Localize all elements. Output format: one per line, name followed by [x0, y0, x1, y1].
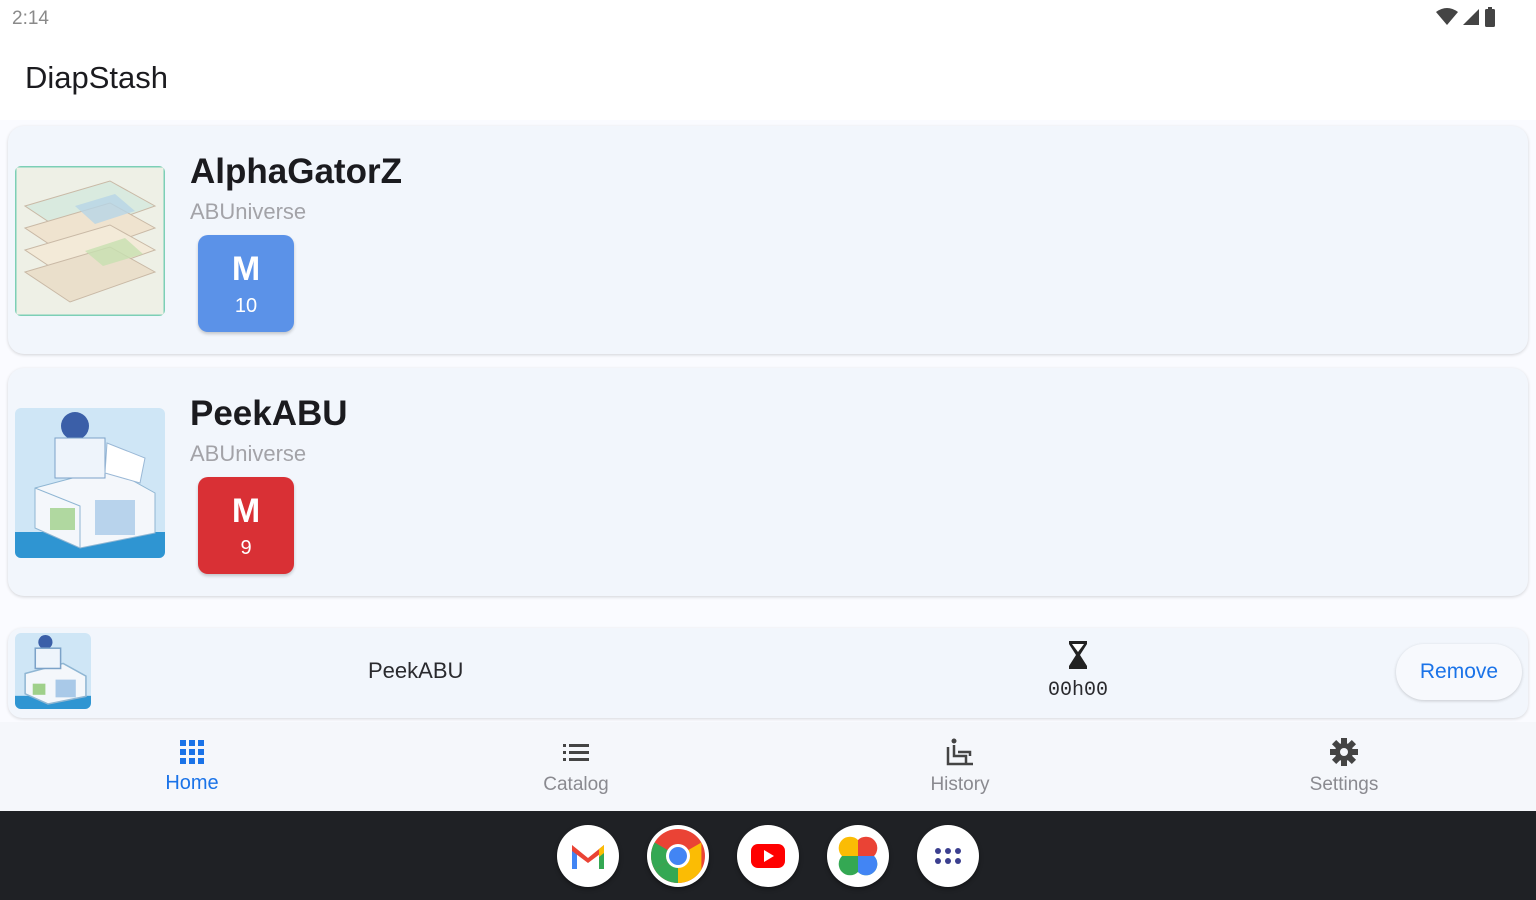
elapsed-time: 00h00: [1047, 679, 1108, 702]
youtube-icon[interactable]: [737, 825, 799, 887]
nav-item-home[interactable]: Home: [0, 722, 384, 811]
current-product-image: [15, 633, 91, 709]
product-image: [15, 166, 165, 316]
product-image: [15, 408, 165, 558]
nav-label: Settings: [1309, 774, 1379, 795]
grid-icon: [180, 740, 204, 764]
size-label: M: [231, 250, 261, 288]
product-name: AlphaGatorZ: [190, 152, 402, 191]
chrome-icon[interactable]: [647, 825, 709, 887]
product-brand: ABUniverse: [190, 441, 307, 466]
gear-icon: [1330, 738, 1358, 766]
nav-item-history[interactable]: History: [768, 722, 1152, 811]
status-time: 2:14: [12, 8, 49, 29]
cellular-signal-icon: [1463, 9, 1479, 25]
size-label: M: [231, 492, 261, 530]
nav-item-settings[interactable]: Settings: [1152, 722, 1536, 811]
taskbar: [0, 811, 1536, 900]
product-brand: ABUniverse: [190, 199, 307, 224]
current-product-name: PeekABU: [368, 658, 464, 683]
app-drawer-icon[interactable]: [917, 825, 979, 887]
hourglass-icon: [1069, 641, 1087, 669]
gmail-icon[interactable]: [557, 825, 619, 887]
nav-item-catalog[interactable]: Catalog: [384, 722, 768, 811]
list-icon: [563, 744, 589, 761]
product-card-alphagatorz[interactable]: AlphaGatorZ ABUniverse M 10: [8, 126, 1528, 354]
battery-icon: [1485, 7, 1495, 27]
nav-label: Catalog: [543, 774, 609, 795]
size-chip[interactable]: M 10: [198, 235, 294, 332]
size-chip[interactable]: M 9: [198, 477, 294, 574]
status-bar: 2:14: [0, 0, 1536, 36]
wifi-icon: [1436, 8, 1458, 25]
stock-count: 10: [234, 295, 258, 317]
current-change-row[interactable]: PeekABU 00h00 Remove: [8, 628, 1528, 718]
product-name: PeekABU: [190, 394, 348, 433]
status-icons: [1436, 7, 1496, 27]
remove-button[interactable]: Remove: [1396, 644, 1522, 700]
bottom-navigation: Home Catalog History Settings: [0, 722, 1536, 811]
history-icon: [946, 738, 973, 766]
product-card-peekabu[interactable]: PeekABU ABUniverse M 9: [8, 368, 1528, 596]
nav-label: Home: [165, 772, 219, 794]
elapsed-timer: 00h00: [1040, 640, 1116, 702]
photos-icon[interactable]: [827, 825, 889, 887]
app-title: DiapStash: [25, 60, 169, 95]
stock-count: 9: [240, 537, 252, 559]
nav-label: History: [930, 774, 990, 795]
app-bar: DiapStash: [0, 36, 1536, 120]
